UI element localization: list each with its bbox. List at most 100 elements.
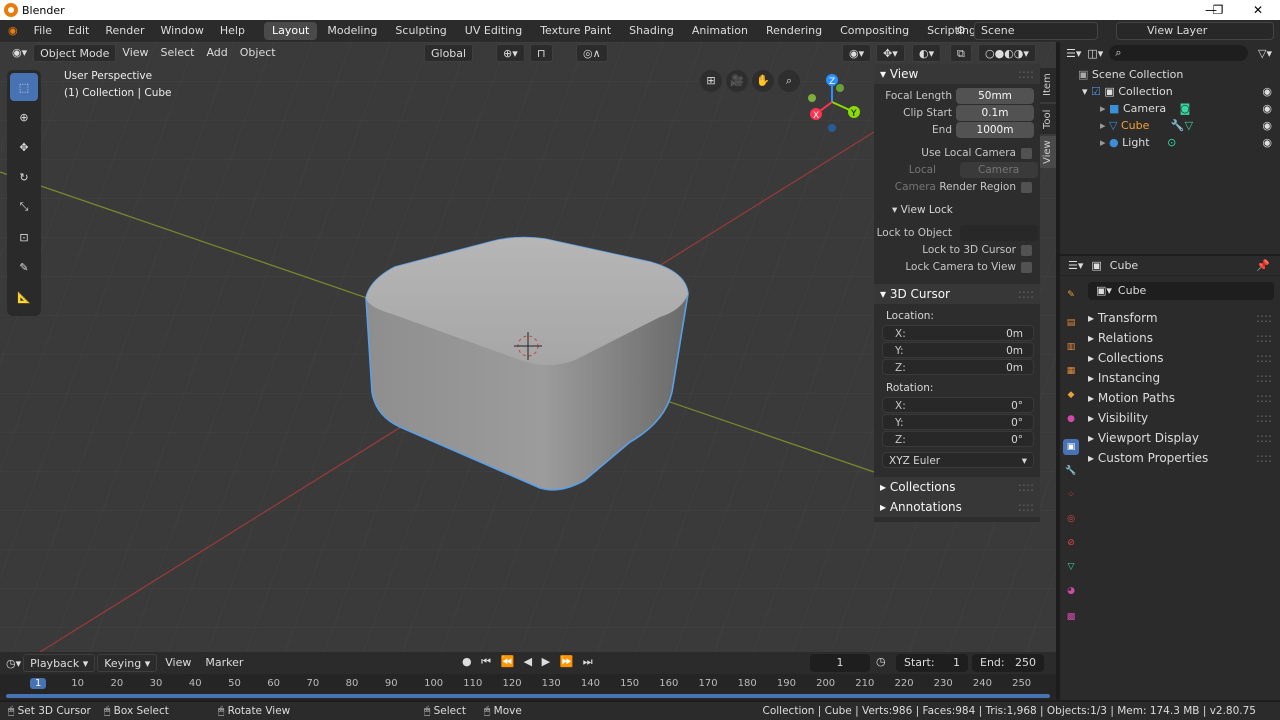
menu-edit[interactable]: Edit (60, 20, 97, 42)
mode-selector[interactable]: Object Mode (33, 44, 117, 62)
playback-controls[interactable]: ● ⏮ ⏪ ◀ ▶ ⏩ ⏭ (462, 655, 596, 669)
tab-view[interactable]: View (1040, 136, 1056, 168)
viewport-menu-select[interactable]: Select (155, 44, 201, 62)
tab-shading[interactable]: Shading (621, 22, 682, 40)
annotations-section-header[interactable]: ▸ Annotations:::: (874, 497, 1040, 517)
physics-props-icon[interactable]: ◎ (1063, 511, 1079, 527)
zoom-icon[interactable]: ⌕ (778, 70, 800, 92)
collections-section-header[interactable]: ▸ Collections:::: (874, 477, 1040, 497)
gizmo-toggle-icon[interactable]: ✥▾ (876, 44, 905, 62)
checkbox-icon[interactable]: ☑ (1091, 85, 1101, 98)
lock-to-object-field[interactable] (960, 225, 1038, 241)
view-section-header[interactable]: ▾ View:::: (874, 64, 1040, 84)
3d-cursor-section-header[interactable]: ▾ 3D Cursor:::: (874, 284, 1040, 304)
material-props-icon[interactable]: ◕ (1063, 583, 1079, 599)
modifier-props-icon[interactable]: 🔧 (1063, 463, 1079, 479)
outliner-collection[interactable]: ▾ ☑ ▣ Collection ◉ (1060, 83, 1280, 100)
visibility-icon[interactable]: ◉▾ (842, 44, 872, 62)
proportional-edit-icon[interactable]: ◎∧ (576, 44, 608, 62)
camera-view-icon[interactable]: 🎥 (726, 70, 748, 92)
render-props-icon[interactable]: ▤ (1063, 315, 1079, 331)
end-frame-field[interactable]: End: 250 (972, 654, 1044, 672)
editor-type-icon[interactable]: ◉▾ (6, 44, 33, 62)
lock-to-cursor-checkbox[interactable] (1021, 245, 1032, 256)
scene-props-icon[interactable]: ◆ (1063, 387, 1079, 403)
world-props-icon[interactable]: ● (1063, 411, 1079, 427)
outliner-search-input[interactable]: ⌕ (1109, 45, 1249, 61)
preview-range-icon[interactable]: ◷ (876, 655, 886, 668)
view-lock-header[interactable]: ▾ View Lock (874, 202, 1040, 219)
menu-window[interactable]: Window (153, 20, 212, 42)
viewport-menu-object[interactable]: Object (234, 44, 282, 62)
texture-props-icon[interactable]: ▩ (1063, 609, 1079, 625)
outliner-camera[interactable]: ▸ ■ Camera ◙ ◉ (1060, 100, 1280, 117)
pan-hand-icon[interactable]: ✋ (752, 70, 774, 92)
cursor-rotation-y[interactable]: Y: 0° (882, 414, 1034, 430)
rotate-tool-icon[interactable]: ↻ (10, 163, 38, 191)
section-motion-paths[interactable]: ▸ Motion Paths:::: (1088, 388, 1280, 408)
select-box-icon[interactable]: ⬚ (10, 73, 38, 101)
annotate-tool-icon[interactable]: ✎ (10, 253, 38, 281)
blender-menu-icon[interactable]: ◉ (0, 20, 26, 42)
use-local-camera-checkbox[interactable] (1021, 148, 1032, 159)
properties-type-icon[interactable]: ☰▾ (1068, 259, 1083, 272)
menu-render[interactable]: Render (97, 20, 152, 42)
outliner-scene-collection[interactable]: ▣ Scene Collection (1060, 66, 1280, 83)
particles-props-icon[interactable]: ⁘ (1063, 487, 1079, 503)
playback-menu[interactable]: Playback ▾ (23, 654, 96, 672)
tab-sculpting[interactable]: Sculpting (387, 22, 454, 40)
grid-view-icon[interactable]: ⊞ (700, 70, 722, 92)
view-layer-props-icon[interactable]: ▦ (1063, 363, 1079, 379)
orientation-selector[interactable]: Global (424, 44, 474, 62)
timeline-type-icon[interactable]: ◷▾ (6, 657, 21, 670)
pin-icon[interactable]: 📌 (1256, 259, 1270, 272)
outliner-light[interactable]: ▸ ● Light ⊙ ◉ (1060, 134, 1280, 151)
menu-help[interactable]: Help (212, 20, 253, 42)
section-transform[interactable]: ▸ Transform:::: (1088, 308, 1280, 328)
section-collections[interactable]: ▸ Collections:::: (1088, 348, 1280, 368)
transform-tool-icon[interactable]: ⊡ (10, 223, 38, 251)
object-props-icon[interactable]: ▣ (1063, 439, 1079, 455)
shading-modes-icon[interactable]: ○●◐◑▾ (978, 44, 1036, 62)
data-props-icon[interactable]: ▽ (1063, 559, 1079, 575)
cursor-location-y[interactable]: Y: 0m (882, 342, 1034, 358)
visibility-eye-icon[interactable]: ◉ (1262, 83, 1272, 100)
section-relations[interactable]: ▸ Relations:::: (1088, 328, 1280, 348)
expand-icon[interactable]: ▾ (1082, 85, 1088, 98)
xray-icon[interactable]: ⧉ (950, 44, 972, 62)
section-instancing[interactable]: ▸ Instancing:::: (1088, 368, 1280, 388)
pivot-icon[interactable]: ⊕▾ (496, 44, 525, 62)
tab-uv-editing[interactable]: UV Editing (457, 22, 530, 40)
scene-icon[interactable]: ⚙ (952, 22, 970, 40)
tab-animation[interactable]: Animation (684, 22, 756, 40)
cursor-location-z[interactable]: Z: 0m (882, 359, 1034, 375)
cursor-rotation-x[interactable]: X: 0° (882, 397, 1034, 413)
cube-eye-icon[interactable]: ◉ (1262, 117, 1272, 134)
tab-modeling[interactable]: Modeling (319, 22, 385, 40)
overlay-toggle-icon[interactable]: ◐▾ (912, 44, 942, 62)
close-icon[interactable]: ✕ (1236, 0, 1280, 20)
tab-texture-paint[interactable]: Texture Paint (532, 22, 619, 40)
snap-icon[interactable]: ⊓ (530, 44, 553, 62)
outliner-type-icon[interactable]: ☰▾ (1066, 47, 1081, 60)
scale-tool-icon[interactable]: ⤡ (10, 193, 38, 221)
tab-layout[interactable]: Layout (263, 22, 318, 40)
current-frame-field[interactable]: 1 (810, 654, 870, 672)
maximize-icon[interactable]: ❐ (1196, 0, 1240, 20)
section-custom-properties[interactable]: ▸ Custom Properties:::: (1088, 448, 1280, 468)
output-props-icon[interactable]: ▥ (1063, 339, 1079, 355)
clip-end-field[interactable]: 1000m (956, 122, 1034, 138)
object-name-field[interactable]: ▣▾ Cube (1088, 282, 1274, 300)
menu-file[interactable]: File (26, 20, 60, 42)
view-layer-selector[interactable]: View Layer (1116, 22, 1274, 40)
camera-eye-icon[interactable]: ◉ (1262, 100, 1272, 117)
keying-menu[interactable]: Keying ▾ (97, 654, 158, 672)
local-camera-field[interactable]: Camera (960, 162, 1038, 178)
cursor-location-x[interactable]: X: 0m (882, 325, 1034, 341)
tab-rendering[interactable]: Rendering (758, 22, 830, 40)
tab-compositing[interactable]: Compositing (832, 22, 917, 40)
axis-gizmo[interactable]: Z Y X (804, 70, 868, 134)
tool-props-icon[interactable]: ✎ (1063, 287, 1079, 303)
light-eye-icon[interactable]: ◉ (1262, 134, 1272, 151)
lock-camera-checkbox[interactable] (1021, 262, 1032, 273)
